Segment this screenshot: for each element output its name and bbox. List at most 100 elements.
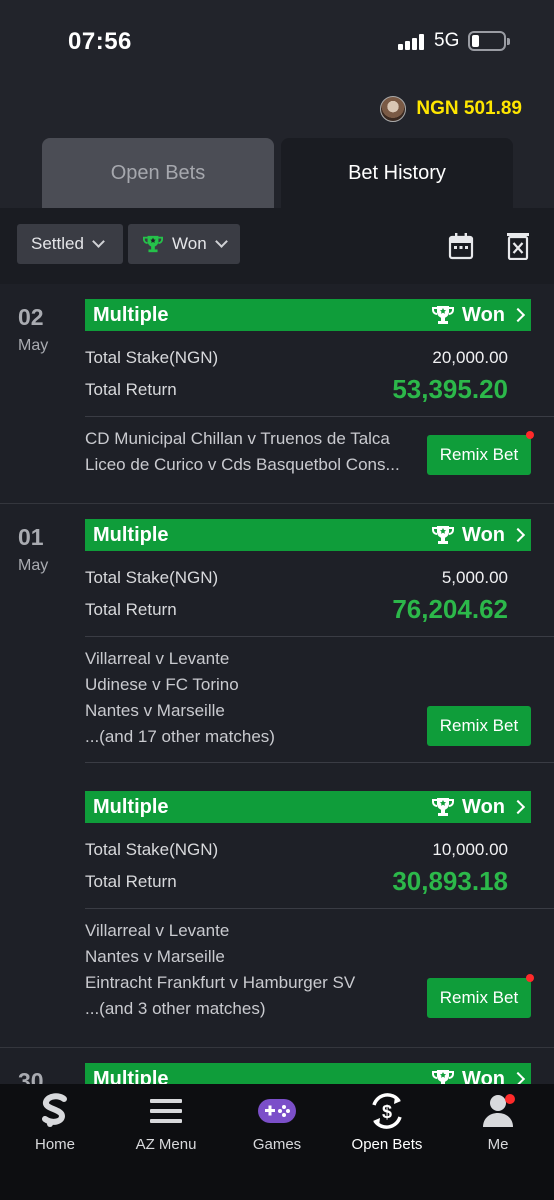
bet-type: Multiple	[93, 303, 169, 326]
nav-item-home[interactable]: Home	[0, 1090, 110, 1153]
gamepad-icon	[256, 1090, 298, 1132]
bet-card-header[interactable]: Multiple Won	[85, 519, 531, 551]
balance-display[interactable]: NGN 501.89	[380, 96, 522, 122]
date-day: 02	[18, 304, 44, 330]
bet-type: Multiple	[93, 1067, 169, 1085]
tab-bet-history[interactable]: Bet History	[281, 138, 513, 208]
date-group: 30 Multiple Won	[0, 1048, 554, 1084]
total-stake-value: 20,000.00	[432, 348, 508, 367]
bet-status: Won	[430, 303, 526, 327]
bet-card[interactable]: Multiple Won Total Stake(NGN) 20,000.00 …	[85, 299, 554, 489]
result-filter-dropdown[interactable]: Won	[128, 224, 240, 264]
open-bets-icon: $	[366, 1090, 408, 1132]
date-group: 02 May Multiple Won Total Stake(NGN) 20,…	[0, 284, 554, 504]
sportybet-logo-icon	[34, 1090, 76, 1132]
trophy-icon	[432, 1070, 455, 1084]
match-line: Nantes v Marseille	[85, 701, 225, 720]
date-month: May	[18, 337, 49, 354]
remix-bet-label: Remix Bet	[439, 445, 519, 464]
bet-card[interactable]: Multiple Won Total Stake(NGN) 5,000.00 T…	[85, 519, 554, 763]
total-return-value: 53,395.20	[392, 374, 508, 404]
bet-status: Won	[430, 1067, 526, 1085]
balance-amount: NGN 501.89	[416, 98, 522, 119]
bet-card-header[interactable]: Multiple Won	[85, 299, 531, 331]
total-stake-label: Total Stake(NGN)	[85, 568, 219, 587]
match-line: Villarreal v Levante	[85, 649, 230, 668]
chevron-down-icon	[214, 235, 228, 248]
total-return-label: Total Return	[85, 380, 177, 399]
total-stake-label: Total Stake(NGN)	[85, 840, 219, 859]
date-month: May	[18, 557, 49, 574]
cellular-signal-icon	[398, 34, 426, 50]
nav-label-open-bets: Open Bets	[351, 1136, 423, 1153]
status-bar: 07:56 5G	[0, 0, 554, 84]
remix-bet-button[interactable]: Remix Bet	[427, 431, 534, 475]
nav-item-az-menu[interactable]: AZ Menu	[111, 1090, 221, 1153]
bottom-nav: Home AZ Menu Games $ Open Bets Me	[0, 1084, 554, 1200]
bet-status-label: Won	[462, 523, 505, 546]
trophy-icon	[432, 526, 455, 544]
match-line: ...(and 17 other matches)	[85, 727, 275, 746]
notification-dot	[526, 431, 534, 439]
total-return-label: Total Return	[85, 600, 177, 619]
nav-label-games: Games	[252, 1136, 302, 1153]
bet-type: Multiple	[93, 795, 169, 818]
match-line: ...(and 3 other matches)	[85, 999, 266, 1018]
filter-bar: Settled Won	[0, 208, 554, 284]
svg-text:$: $	[382, 1102, 392, 1122]
total-stake-label: Total Stake(NGN)	[85, 348, 219, 367]
bet-type: Multiple	[93, 523, 169, 546]
nav-item-me[interactable]: Me	[443, 1090, 553, 1153]
calendar-icon[interactable]	[448, 232, 474, 260]
nav-label-me: Me	[487, 1136, 509, 1153]
chevron-right-icon	[510, 527, 526, 543]
divider	[85, 636, 554, 637]
chevron-down-icon	[92, 235, 105, 248]
chevron-right-icon	[510, 307, 526, 323]
total-return-value: 76,204.62	[392, 594, 508, 624]
bet-card-header[interactable]: Multiple Won	[85, 791, 531, 823]
match-line: Liceo de Curico v Cds Basquetbol Cons...	[85, 455, 400, 474]
chevron-right-icon	[510, 1071, 526, 1084]
total-stake-value: 5,000.00	[441, 568, 508, 587]
date-day: 30	[18, 1068, 44, 1084]
bet-card-header[interactable]: Multiple Won	[85, 1063, 531, 1084]
divider	[85, 416, 554, 417]
remix-bet-label: Remix Bet	[439, 716, 519, 735]
trophy-icon	[143, 235, 163, 253]
match-line: Eintracht Frankfurt v Hamburger SV	[85, 973, 356, 992]
tab-open-bets[interactable]: Open Bets	[42, 138, 274, 208]
date-day: 01	[18, 524, 44, 550]
remix-bet-button[interactable]: Remix Bet	[427, 974, 534, 1018]
nav-item-games[interactable]: Games	[222, 1090, 332, 1153]
network-type: 5G	[434, 30, 460, 51]
date-group: 01 May Multiple Won Total Stake(NGN) 5,0…	[0, 504, 554, 1048]
delete-icon[interactable]	[505, 232, 531, 260]
chevron-right-icon	[510, 799, 526, 815]
nav-item-open-bets[interactable]: $ Open Bets	[332, 1090, 442, 1153]
settled-filter-dropdown[interactable]: Settled	[17, 224, 123, 264]
header: NGN 501.89 Open Bets Bet History	[0, 84, 554, 208]
remix-bet-button[interactable]: Remix Bet	[427, 706, 531, 746]
bet-status-label: Won	[462, 1067, 505, 1085]
avatar[interactable]	[380, 96, 407, 122]
trophy-icon	[432, 306, 455, 324]
bet-card[interactable]: Multiple Won Total Stake(NGN) 10,000.00 …	[85, 791, 554, 1031]
remix-bet-label: Remix Bet	[439, 988, 519, 1007]
clock: 07:56	[68, 28, 132, 55]
bet-status: Won	[430, 795, 526, 819]
match-line: Nantes v Marseille	[85, 947, 225, 966]
total-return-label: Total Return	[85, 872, 177, 891]
bet-card[interactable]: Multiple Won	[85, 1063, 531, 1084]
total-stake-value: 10,000.00	[432, 840, 508, 859]
battery-icon	[468, 31, 510, 51]
divider	[85, 762, 554, 763]
notification-dot	[505, 1094, 515, 1104]
match-line: Udinese v FC Torino	[85, 675, 239, 694]
bet-status-label: Won	[462, 795, 505, 818]
hamburger-menu-icon	[145, 1090, 187, 1132]
nav-label-home: Home	[34, 1136, 75, 1153]
settled-filter-label: Settled	[31, 234, 84, 253]
bet-status-label: Won	[462, 303, 505, 326]
match-line: CD Municipal Chillan v Truenos de Talca	[85, 429, 390, 448]
